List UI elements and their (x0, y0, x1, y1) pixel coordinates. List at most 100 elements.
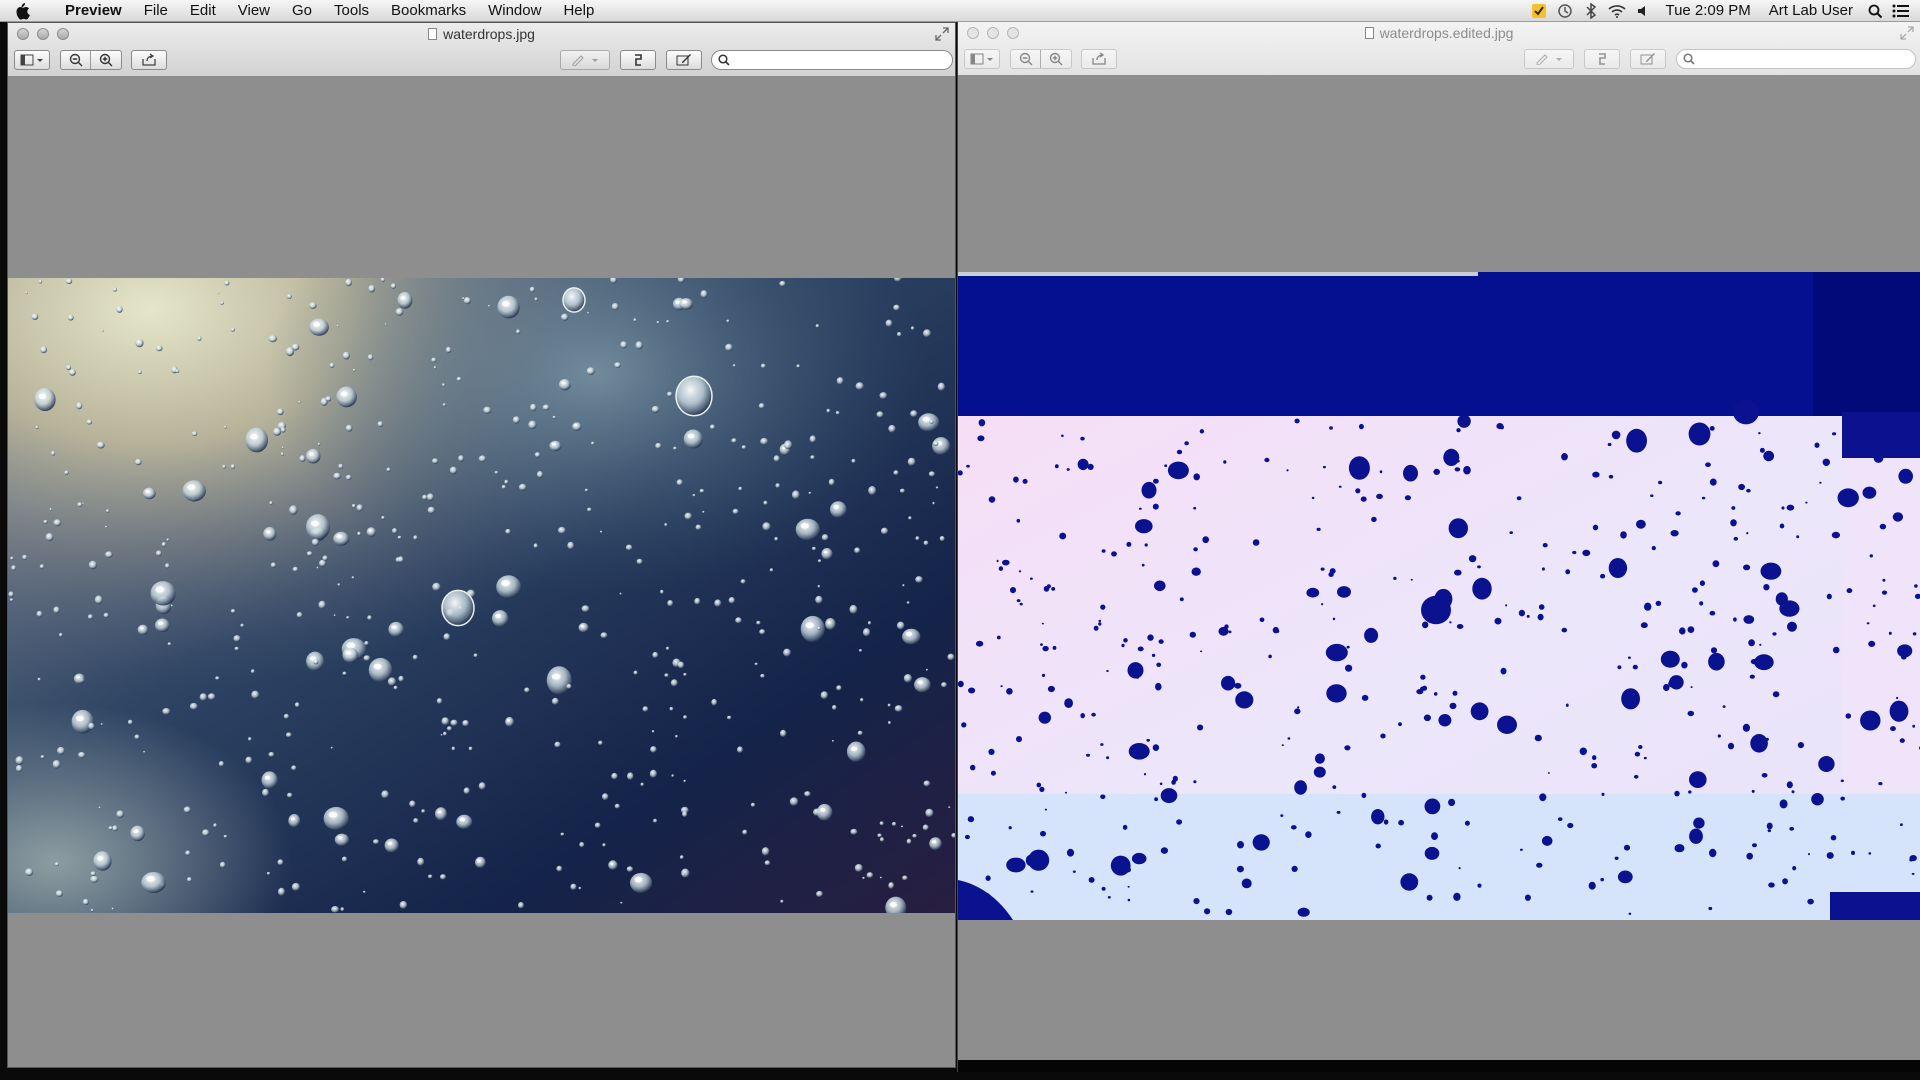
water-drop (1787, 621, 1797, 632)
water-drop (311, 538, 319, 546)
menu-window[interactable]: Window (477, 0, 552, 22)
menubar-user[interactable]: Art Lab User (1760, 0, 1862, 22)
water-drop (291, 882, 300, 891)
water-drop (1127, 662, 1144, 679)
water-drop (679, 855, 684, 860)
water-drop (671, 774, 674, 778)
markup-pen-button[interactable] (1524, 49, 1574, 69)
checkmark-status-icon[interactable] (1526, 0, 1552, 22)
water-drop (627, 772, 634, 780)
share-button[interactable] (1081, 49, 1117, 69)
menu-tools[interactable]: Tools (323, 0, 380, 22)
markup-pen-button[interactable] (560, 50, 610, 70)
water-drop (1424, 798, 1441, 815)
search-input[interactable] (734, 51, 952, 69)
water-drop (692, 494, 696, 497)
fullscreen-icon[interactable] (1900, 26, 1914, 40)
water-drop (740, 579, 746, 584)
water-drop (530, 403, 537, 412)
water-drop (53, 519, 62, 527)
menu-edit[interactable]: Edit (179, 0, 227, 22)
water-drop (270, 562, 277, 568)
zoom-in-button[interactable] (91, 51, 121, 69)
water-drop (1717, 734, 1721, 738)
water-drop (494, 470, 499, 475)
edit-toolbar-button[interactable] (666, 50, 702, 70)
water-drop (1761, 773, 1768, 778)
sidebar-view-button[interactable] (14, 50, 50, 70)
water-drop (289, 505, 298, 515)
water-drop (932, 501, 935, 505)
water-drop (923, 780, 931, 787)
water-drop (923, 540, 929, 546)
water-drop (518, 902, 524, 909)
water-drop (345, 424, 353, 432)
rotate-button[interactable] (1584, 49, 1620, 69)
water-drop (395, 308, 404, 316)
spotlight-icon[interactable] (1862, 0, 1888, 22)
water-drop (1286, 469, 1289, 472)
water-drop (763, 500, 768, 505)
water-drop (368, 657, 393, 683)
water-drop (342, 671, 347, 676)
water-drop (1321, 603, 1324, 606)
share-button[interactable] (131, 50, 167, 70)
zoom-out-button[interactable] (61, 51, 92, 69)
sidebar-view-icon (970, 53, 993, 65)
water-drop (15, 756, 24, 765)
menu-go[interactable]: Go (281, 0, 323, 22)
water-drop (1611, 430, 1621, 440)
drop-highlight (391, 625, 397, 629)
water-drop (112, 825, 118, 832)
water-drop (1878, 782, 1883, 786)
water-drop (1272, 626, 1279, 634)
menu-view[interactable]: View (227, 0, 281, 22)
sidebar-view-button[interactable] (964, 49, 1000, 69)
water-drop (1464, 820, 1470, 826)
water-drop (1326, 684, 1347, 703)
water-drop (155, 345, 163, 352)
bluetooth-icon[interactable] (1578, 0, 1604, 22)
zoom-out-button[interactable] (1011, 50, 1042, 68)
time-machine-icon[interactable] (1552, 0, 1578, 22)
water-drop (985, 875, 991, 881)
water-drop (1760, 562, 1782, 580)
menu-bookmarks[interactable]: Bookmarks (380, 0, 477, 22)
water-drop (1225, 908, 1233, 916)
menu-help[interactable]: Help (552, 0, 605, 22)
water-drop (1779, 799, 1788, 809)
drop-highlight (97, 856, 104, 861)
search-field[interactable] (1676, 49, 1916, 69)
water-drop (1061, 434, 1064, 438)
water-drop (1197, 724, 1204, 731)
search-input[interactable] (1699, 50, 1915, 68)
wifi-icon[interactable] (1604, 0, 1630, 22)
menu-app-name[interactable]: Preview (54, 0, 133, 22)
water-drop (850, 828, 858, 835)
fullscreen-icon[interactable] (935, 27, 949, 41)
document-viewport[interactable] (958, 77, 1920, 1072)
water-drop (1036, 782, 1042, 788)
water-drop (968, 687, 976, 694)
menubar-clock[interactable]: Tue 2:09 PM (1656, 0, 1759, 22)
water-drop (155, 618, 170, 633)
volume-icon[interactable] (1630, 0, 1656, 22)
water-drop (988, 496, 996, 503)
water-drop (651, 405, 660, 413)
water-drop (591, 441, 595, 445)
search-field[interactable] (711, 50, 953, 70)
water-drop (1592, 755, 1597, 761)
document-viewport[interactable] (8, 78, 955, 1067)
zoom-in-button[interactable] (1041, 50, 1071, 68)
rotate-button[interactable] (620, 50, 656, 70)
edit-toolbar-button[interactable] (1630, 49, 1666, 69)
water-drop (1123, 638, 1128, 643)
water-drop (524, 687, 530, 693)
notification-center-icon[interactable] (1888, 0, 1914, 22)
water-drop (397, 535, 402, 540)
menu-file[interactable]: File (133, 0, 179, 22)
water-drop (1500, 667, 1507, 675)
water-drop (633, 670, 638, 675)
water-drop (666, 646, 670, 651)
apple-icon[interactable] (14, 2, 40, 20)
